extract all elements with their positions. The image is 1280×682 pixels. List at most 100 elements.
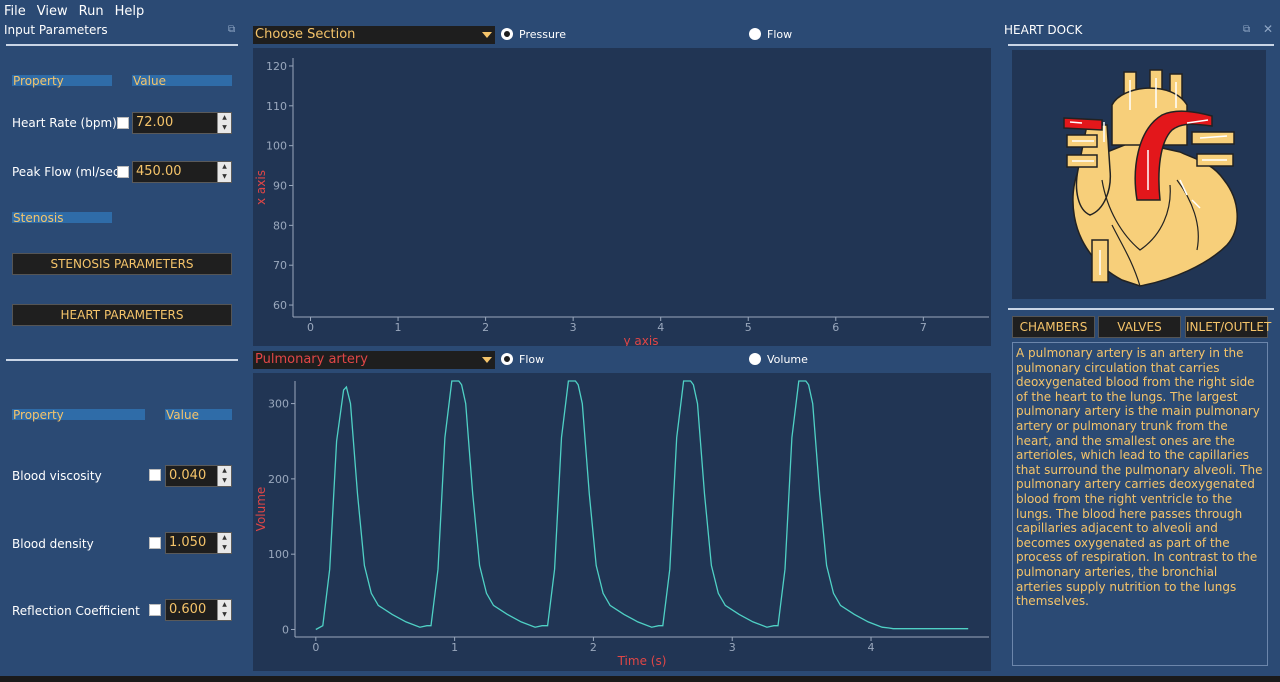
x-tick-label: 0 <box>307 321 314 334</box>
float-icon[interactable]: ⧉ <box>1243 24 1250 35</box>
chevron-down-icon <box>482 32 492 38</box>
viscosity-spinbox[interactable]: 0.040 ▲ ▼ <box>165 465 232 487</box>
spin-arrows[interactable]: ▲ ▼ <box>217 533 231 553</box>
y-tick-label: 70 <box>273 259 287 272</box>
stenosis-header: Stenosis <box>12 212 112 224</box>
value-header-2: Value <box>165 409 232 421</box>
stenosis-parameters-button[interactable]: STENOSIS PARAMETERS <box>12 253 232 275</box>
y-tick-label: 120 <box>266 60 287 73</box>
density-checkbox[interactable] <box>149 537 161 549</box>
value-header: Value <box>132 75 232 87</box>
volume-radio[interactable] <box>749 353 761 365</box>
bottom-plot[interactable]: 0 1 2 3 4 0 100 200 300 Time (s) Volume <box>253 373 991 671</box>
reflection-value[interactable]: 0.600 <box>166 600 217 620</box>
volume-radio-label[interactable]: Volume <box>767 353 808 366</box>
spin-up-icon[interactable]: ▲ <box>218 533 231 543</box>
divider <box>6 359 238 361</box>
spin-arrows[interactable]: ▲ ▼ <box>217 600 231 620</box>
heart-rate-value[interactable]: 72.00 <box>133 113 217 133</box>
menu-help[interactable]: Help <box>115 4 145 19</box>
x-tick-label: 4 <box>657 321 664 334</box>
x-tick-label: 5 <box>745 321 752 334</box>
density-value[interactable]: 1.050 <box>166 533 217 553</box>
input-panel-title: Input Parameters <box>4 23 108 37</box>
reflection-checkbox[interactable] <box>149 604 161 616</box>
x-tick-label: 7 <box>920 321 927 334</box>
peak-flow-value[interactable]: 450.00 <box>133 162 217 182</box>
density-spinbox[interactable]: 1.050 ▲ ▼ <box>165 532 232 554</box>
valves-button[interactable]: VALVES <box>1098 316 1181 338</box>
close-icon[interactable]: ✕ <box>1263 22 1273 36</box>
chevron-down-icon <box>482 357 492 363</box>
viscosity-checkbox[interactable] <box>149 469 161 481</box>
y-tick-label: 90 <box>273 180 287 193</box>
property-header-2: Property <box>12 409 145 421</box>
y-tick-label: 80 <box>273 219 287 232</box>
bottom-plot-svg[interactable]: 0 1 2 3 4 0 100 200 300 Time (s) Volume <box>253 373 991 671</box>
x-tick-label: 6 <box>832 321 839 334</box>
description-text: A pulmonary artery is an artery in the p… <box>1012 342 1268 666</box>
y-tick-label: 110 <box>266 100 287 113</box>
x-tick-label: 1 <box>451 641 458 654</box>
x-tick-label: 0 <box>312 641 319 654</box>
heart-rate-label: Heart Rate (bpm) <box>12 116 117 130</box>
menu-run[interactable]: Run <box>79 4 104 19</box>
series-line <box>315 380 969 631</box>
spin-up-icon[interactable]: ▲ <box>218 162 231 172</box>
section-combo-2[interactable]: Pulmonary artery <box>253 351 495 369</box>
spin-down-icon[interactable]: ▼ <box>218 610 231 620</box>
spin-up-icon[interactable]: ▲ <box>218 466 231 476</box>
peak-flow-label: Peak Flow (ml/sec) <box>12 165 125 179</box>
menu-bar: File View Run Help <box>0 0 1280 22</box>
heart-illustration <box>1063 69 1238 287</box>
peak-flow-checkbox[interactable] <box>117 166 129 178</box>
spin-down-icon[interactable]: ▼ <box>218 476 231 486</box>
spin-down-icon[interactable]: ▼ <box>218 543 231 553</box>
density-label: Blood density <box>12 537 94 551</box>
divider <box>6 44 238 46</box>
heart-rate-checkbox[interactable] <box>117 117 129 129</box>
spin-down-icon[interactable]: ▼ <box>218 172 231 182</box>
pressure-radio[interactable] <box>501 28 513 40</box>
x-tick-label: 2 <box>590 641 597 654</box>
pressure-radio-label[interactable]: Pressure <box>519 28 566 41</box>
y-tick-label: 200 <box>268 473 289 486</box>
flow-radio[interactable] <box>749 28 761 40</box>
top-plot-svg[interactable]: 0 1 2 3 4 5 6 7 60 70 80 90 100 110 120 y axis x axis <box>253 48 991 348</box>
x-axis-label: y axis <box>624 334 659 346</box>
float-icon[interactable]: ⧉ <box>228 24 235 35</box>
divider <box>1008 308 1274 310</box>
spin-up-icon[interactable]: ▲ <box>218 600 231 610</box>
x-tick-label: 3 <box>729 641 736 654</box>
flow-radio-2[interactable] <box>501 353 513 365</box>
spin-up-icon[interactable]: ▲ <box>218 113 231 123</box>
y-tick-label: 100 <box>268 548 289 561</box>
x-axis-label: Time (s) <box>617 654 667 668</box>
spin-arrows[interactable]: ▲ ▼ <box>217 113 231 133</box>
section-combo-value: Choose Section <box>255 27 356 42</box>
y-tick-label: 0 <box>282 623 289 636</box>
divider <box>1008 44 1274 46</box>
x-tick-label: 4 <box>868 641 875 654</box>
menu-view[interactable]: View <box>37 4 68 19</box>
y-tick-label: 100 <box>266 140 287 153</box>
top-plot[interactable]: 0 1 2 3 4 5 6 7 60 70 80 90 100 110 120 y axis x axis <box>253 48 991 348</box>
reflection-spinbox[interactable]: 0.600 ▲ ▼ <box>165 599 232 621</box>
section-combo[interactable]: Choose Section <box>253 26 495 44</box>
y-tick-label: 60 <box>273 299 287 312</box>
inlet-outlet-button[interactable]: INLET/OUTLET <box>1185 316 1271 338</box>
spin-arrows[interactable]: ▲ ▼ <box>217 466 231 486</box>
heart-parameters-button[interactable]: HEART PARAMETERS <box>12 304 232 326</box>
peak-flow-spinbox[interactable]: 450.00 ▲ ▼ <box>132 161 232 183</box>
viscosity-value[interactable]: 0.040 <box>166 466 217 486</box>
chambers-button[interactable]: CHAMBERS <box>1012 316 1095 338</box>
heart-rate-spinbox[interactable]: 72.00 ▲ ▼ <box>132 112 232 134</box>
flow-radio-label[interactable]: Flow <box>767 28 792 41</box>
menu-file[interactable]: File <box>4 4 26 19</box>
x-tick-label: 1 <box>395 321 402 334</box>
flow-radio-2-label[interactable]: Flow <box>519 353 544 366</box>
x-tick-label: 3 <box>570 321 577 334</box>
spin-down-icon[interactable]: ▼ <box>218 123 231 133</box>
spin-arrows[interactable]: ▲ ▼ <box>217 162 231 182</box>
section-combo-2-value: Pulmonary artery <box>255 352 368 367</box>
